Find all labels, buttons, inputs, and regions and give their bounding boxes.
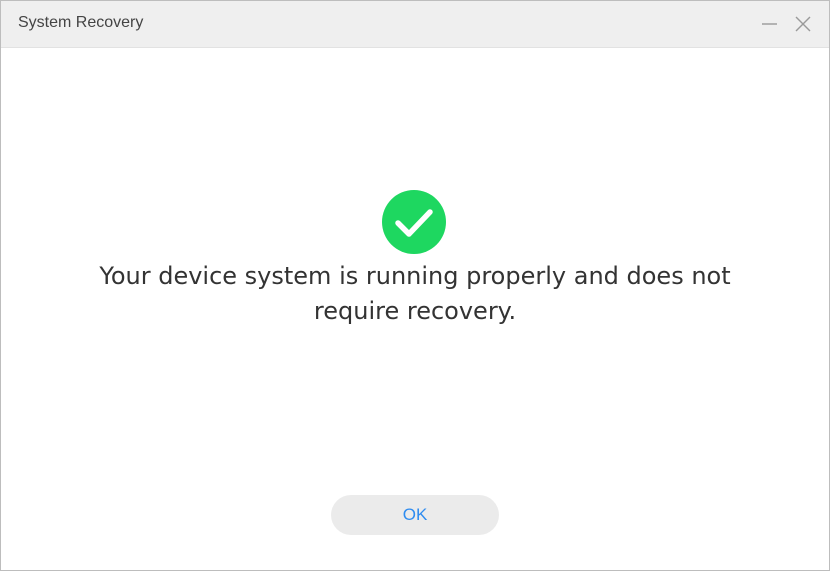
check-circle-icon — [381, 189, 447, 255]
close-icon — [795, 16, 811, 32]
ok-button[interactable]: OK — [331, 495, 499, 535]
minimize-icon — [762, 23, 777, 25]
dialog-content: Your device system is running properly a… — [1, 48, 829, 570]
close-button[interactable] — [791, 12, 815, 36]
minimize-button[interactable] — [757, 12, 781, 36]
system-recovery-window: System Recovery Your device system is ru… — [0, 0, 830, 571]
window-title: System Recovery — [18, 14, 144, 31]
title-bar: System Recovery — [1, 1, 829, 48]
status-message: Your device system is running properly a… — [99, 262, 731, 325]
